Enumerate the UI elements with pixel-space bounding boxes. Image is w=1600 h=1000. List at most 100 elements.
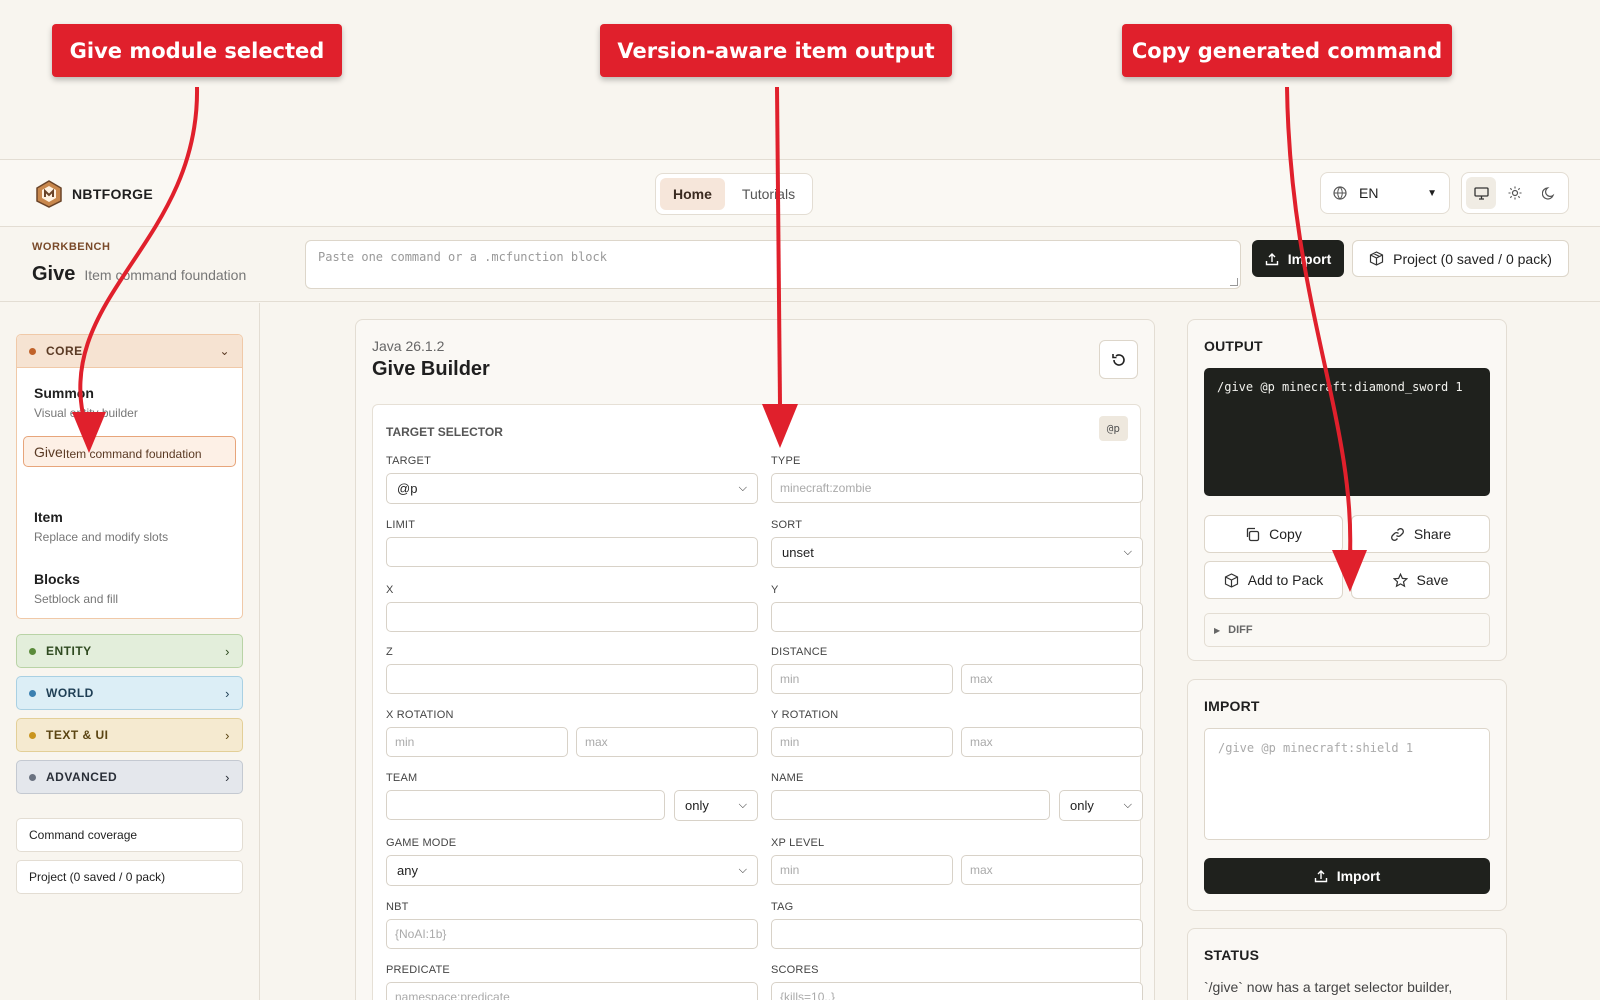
reset-button[interactable] xyxy=(1099,340,1138,379)
chevron-down-icon: ⌵ xyxy=(1123,546,1132,558)
x-rotation-label: X ROTATION xyxy=(386,709,454,721)
team-label: TEAM xyxy=(386,772,418,784)
predicate-label: PREDICATE xyxy=(386,964,450,976)
import-panel-button[interactable]: Import xyxy=(1204,858,1490,894)
y-rotation-max-input[interactable]: max xyxy=(961,727,1143,757)
upload-icon xyxy=(1265,252,1278,265)
command-paste-input[interactable]: Paste one command or a .mcfunction block xyxy=(305,240,1241,289)
import-button[interactable]: Import xyxy=(1252,240,1344,277)
status-text: `/give` now has a target selector builde… xyxy=(1204,979,1453,995)
globe-icon xyxy=(1333,186,1347,200)
workbench-label: WORKBENCH xyxy=(32,241,111,253)
z-input[interactable] xyxy=(386,664,758,694)
copy-button[interactable]: Copy xyxy=(1204,515,1343,553)
output-command[interactable]: /give @p minecraft:diamond_sword 1 xyxy=(1204,368,1490,496)
copy-icon xyxy=(1247,527,1260,541)
distance-max-input[interactable]: max xyxy=(961,664,1143,694)
sidebar-item-blocks[interactable]: Blocks Setblock and fill xyxy=(23,561,236,617)
share-button[interactable]: Share xyxy=(1351,515,1490,553)
y-label: Y xyxy=(771,584,779,596)
chevron-down-icon: ⌵ xyxy=(738,864,747,876)
command-coverage-button[interactable]: Command coverage xyxy=(16,818,243,852)
world-dot-icon xyxy=(29,689,36,697)
sidebar-category-advanced[interactable]: ADVANCED › xyxy=(16,760,243,794)
top-bar: NBTFORGE Home Tutorials EN ▼ xyxy=(0,159,1600,227)
y-input[interactable] xyxy=(771,602,1143,632)
y-rotation-min-input[interactable]: min xyxy=(771,727,953,757)
output-panel: OUTPUT /give @p minecraft:diamond_sword … xyxy=(1187,319,1507,661)
add-to-pack-button[interactable]: Add to Pack xyxy=(1204,561,1343,599)
limit-input[interactable] xyxy=(386,537,758,567)
type-input[interactable]: minecraft:zombie xyxy=(771,473,1143,503)
language-value: EN xyxy=(1359,185,1379,201)
sidebar-item-summon[interactable]: Summon Visual entity builder xyxy=(23,375,236,431)
target-select[interactable]: @p ⌵ xyxy=(386,473,758,504)
core-dot-icon xyxy=(29,347,36,355)
selector-badge: @p xyxy=(1098,416,1128,441)
chevron-right-icon: › xyxy=(225,769,230,785)
x-rotation-min-input[interactable]: min xyxy=(386,727,568,757)
package-icon xyxy=(1224,572,1238,588)
project-button[interactable]: Project (0 saved / 0 pack) xyxy=(1352,240,1569,277)
resize-handle-icon[interactable] xyxy=(1230,278,1238,286)
output-title: OUTPUT xyxy=(1204,338,1263,354)
sidebar-project-button[interactable]: Project (0 saved / 0 pack) xyxy=(16,860,243,894)
predicate-input[interactable]: namespace:predicate xyxy=(386,982,758,1000)
target-label: TARGET xyxy=(386,455,431,467)
brand[interactable]: NBTFORGE xyxy=(36,180,153,208)
chevron-down-icon: ▼ xyxy=(1427,187,1437,199)
sidebar: CORE ⌄ Summon Visual entity builder Give… xyxy=(0,303,260,1000)
target-selector-section: TARGET SELECTOR @p TARGET @p ⌵ TYPE mine… xyxy=(372,404,1143,1000)
scores-input[interactable]: {kills=10..} xyxy=(771,982,1143,1000)
name-label: NAME xyxy=(771,772,804,784)
annotation-give-module: Give module selected xyxy=(52,24,342,77)
x-rotation-max-input[interactable]: max xyxy=(576,727,758,757)
sidebar-item-item[interactable]: Item Replace and modify slots xyxy=(23,499,236,555)
xp-max-input[interactable]: max xyxy=(961,855,1143,885)
sort-select[interactable]: unset ⌵ xyxy=(771,537,1143,568)
sun-icon[interactable] xyxy=(1500,177,1530,209)
star-icon xyxy=(1392,572,1408,587)
z-label: Z xyxy=(386,646,393,658)
paste-placeholder: Paste one command or a .mcfunction block xyxy=(318,250,607,264)
sort-label: SORT xyxy=(771,519,803,531)
name-input[interactable] xyxy=(771,790,1050,820)
import-textarea[interactable]: /give @p minecraft:shield 1 xyxy=(1204,728,1490,840)
sidebar-item-give[interactable]: Give Item command foundation xyxy=(23,436,236,467)
distance-min-input[interactable]: min xyxy=(771,664,953,694)
give-builder-card: Java 26.1.2 Give Builder TARGET SELECTOR… xyxy=(355,319,1155,1000)
workbench-bar: WORKBENCH Give Item command foundation P… xyxy=(0,227,1600,302)
brand-name: NBTFORGE xyxy=(72,186,153,202)
team-input[interactable] xyxy=(386,790,665,820)
page-subtitle: Item command foundation xyxy=(84,267,247,283)
sidebar-category-core[interactable]: CORE ⌄ xyxy=(17,335,242,368)
xp-min-input[interactable]: min xyxy=(771,855,953,885)
diff-toggle[interactable]: ▶ DIFF xyxy=(1204,613,1490,647)
section-title: TARGET SELECTOR xyxy=(386,425,503,439)
tag-input[interactable] xyxy=(771,919,1143,949)
main-nav: Home Tutorials xyxy=(655,173,814,215)
name-mode-select[interactable]: only ⌵ xyxy=(1059,790,1143,821)
game-mode-select[interactable]: any ⌵ xyxy=(386,855,758,886)
x-input[interactable] xyxy=(386,602,758,632)
save-button[interactable]: Save xyxy=(1351,561,1490,599)
scores-label: SCORES xyxy=(771,964,819,976)
moon-icon[interactable] xyxy=(1534,177,1564,209)
advanced-dot-icon xyxy=(29,773,36,781)
sidebar-category-text-ui[interactable]: TEXT & UI › xyxy=(16,718,243,752)
sidebar-category-entity[interactable]: ENTITY › xyxy=(16,634,243,668)
import-title: IMPORT xyxy=(1204,698,1260,714)
tab-home[interactable]: Home xyxy=(660,178,725,210)
status-panel: STATUS `/give` now has a target selector… xyxy=(1187,928,1507,1000)
builder-title: Give Builder xyxy=(372,358,490,380)
sidebar-category-world[interactable]: WORLD › xyxy=(16,676,243,710)
chevron-right-icon: › xyxy=(225,685,230,701)
desktop-icon[interactable] xyxy=(1466,177,1496,209)
nbt-input[interactable]: {NoAI:1b} xyxy=(386,919,758,949)
chevron-right-icon: › xyxy=(225,727,230,743)
language-select[interactable]: EN ▼ xyxy=(1320,172,1450,214)
workbench-title: Give Item command foundation xyxy=(32,263,246,286)
team-mode-select[interactable]: only ⌵ xyxy=(674,790,758,821)
text-ui-dot-icon xyxy=(29,731,36,739)
tab-tutorials[interactable]: Tutorials xyxy=(729,178,808,210)
